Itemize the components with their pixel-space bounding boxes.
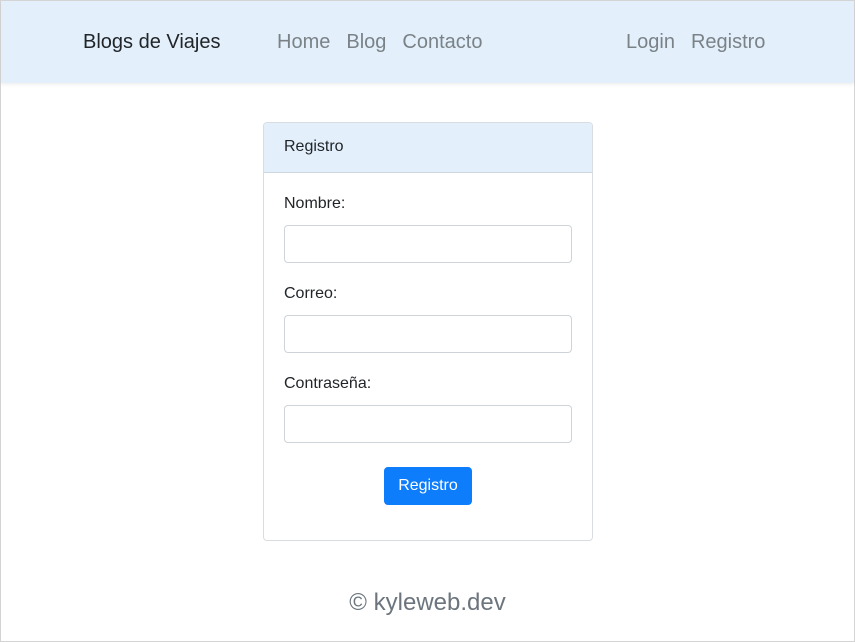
card-header-title: Registro: [264, 123, 592, 173]
contrasena-label: Contraseña:: [284, 375, 372, 392]
nav-link-contacto[interactable]: Contacto: [402, 31, 482, 54]
contrasena-input[interactable]: [284, 405, 572, 443]
registration-card: Registro Nombre: Correo: Contraseña: Reg…: [263, 122, 593, 541]
footer-copyright: © kyleweb.dev: [349, 589, 506, 616]
nav-link-blog[interactable]: Blog: [346, 31, 386, 54]
nombre-label: Nombre:: [284, 195, 346, 212]
nav-link-login[interactable]: Login: [626, 31, 675, 54]
nav-link-home[interactable]: Home: [277, 31, 330, 54]
submit-wrapper: Registro: [284, 467, 572, 505]
correo-label: Correo:: [284, 285, 338, 302]
nav-auth-links: Login Registro: [626, 31, 781, 54]
registration-form: Nombre: Correo: Contraseña: Registro: [264, 195, 592, 505]
nav-main-links: Home Blog Contacto: [277, 31, 498, 54]
nombre-input[interactable]: [284, 225, 572, 263]
navbar: Blogs de Viajes Home Blog Contacto Login…: [1, 1, 854, 83]
nav-link-registro[interactable]: Registro: [691, 31, 765, 54]
brand-link[interactable]: Blogs de Viajes: [83, 31, 221, 54]
correo-input[interactable]: [284, 315, 572, 353]
registro-submit-button[interactable]: Registro: [384, 467, 472, 505]
